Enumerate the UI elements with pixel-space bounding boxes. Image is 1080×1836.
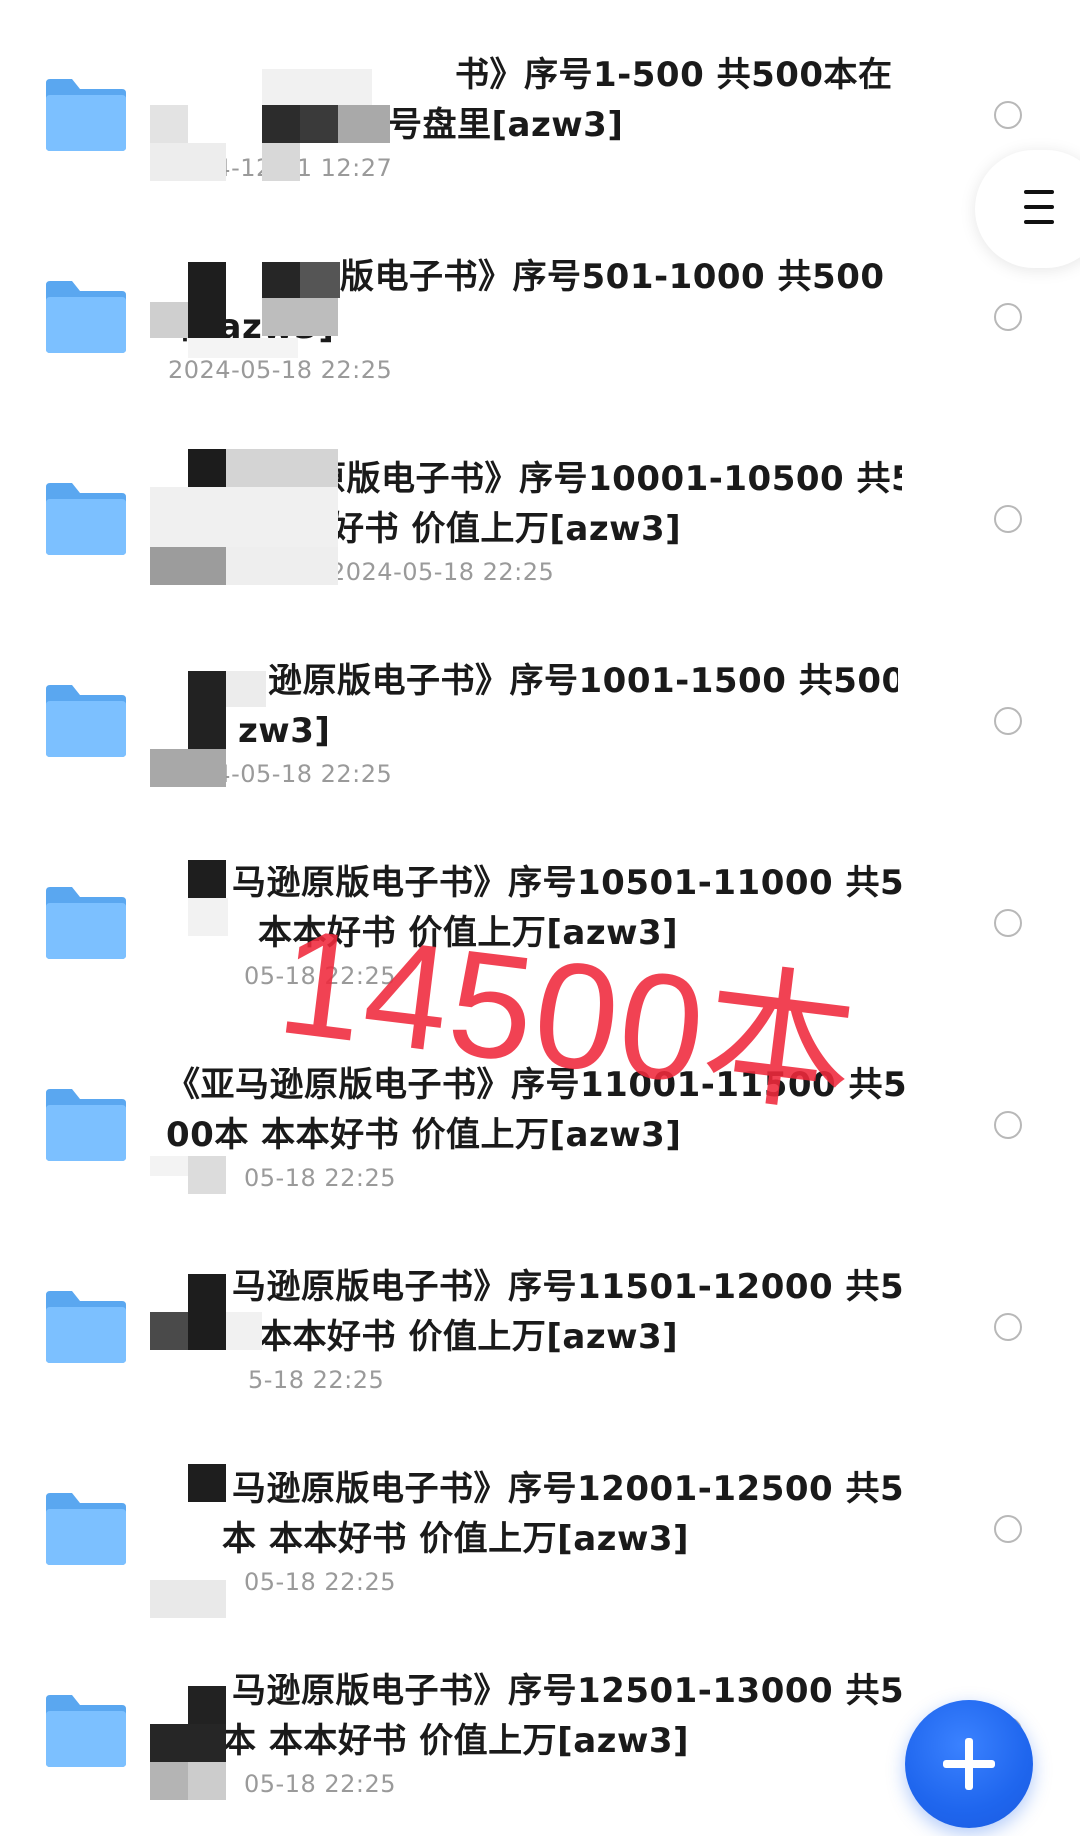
file-date: 5-18 22:25 <box>248 1366 385 1394</box>
folder-icon <box>42 883 130 963</box>
folder-icon <box>42 1085 130 1165</box>
file-title-line1: 《亚马逊原版电子书》序号11001-11500 共5 <box>166 1065 906 1105</box>
file-title: 00本 本本好书 价值上万[azw3] <box>166 1110 906 1160</box>
file-title: 本本好书 价值上万[azw3] <box>258 1312 818 1362</box>
select-radio[interactable] <box>994 101 1022 129</box>
file-title: 本 本本好书 价值上万[azw3] <box>222 1716 822 1766</box>
file-date: 05-18 22:25 <box>244 962 397 990</box>
file-row[interactable]: 原版电子书》序号10001-10500 共5 好书 价值上万[azw3] 202… <box>0 404 1080 606</box>
file-title-line2: zw3] <box>238 711 331 751</box>
file-title-line2: 本 本本好书 价值上万[azw3] <box>222 1721 690 1761</box>
folder-icon <box>42 277 130 357</box>
select-radio[interactable] <box>994 505 1022 533</box>
file-title-line2: 好书 价值上万[azw3] <box>330 509 682 549</box>
file-manager-screen: 书》序号1-500 共500本在 号盘里[azw3] 2024-12-21 12… <box>0 0 1080 1836</box>
file-title: 马逊原版电子书》序号12001-12500 共5 <box>232 1464 902 1514</box>
file-title-line1: 书》序号1-500 共500本在 <box>455 55 893 95</box>
file-title-line1: 版电子书》序号501-1000 共500 <box>340 257 885 297</box>
select-radio[interactable] <box>994 1313 1022 1341</box>
file-date: 2024-05-18 22:25 <box>168 356 393 384</box>
file-title: 逊原版电子书》序号1001-1500 共500 <box>268 656 898 706</box>
file-title: zw3] <box>238 706 538 756</box>
file-title: 号盘里[azw3] <box>388 100 888 150</box>
file-date: 05-18 22:25 <box>244 1164 397 1192</box>
file-date: 05-18 22:25 <box>244 1770 397 1798</box>
file-row[interactable]: 马逊原版电子书》序号12001-12500 共5 本 本本好书 价值上万[azw… <box>0 1414 1080 1618</box>
file-title: 好书 价值上万[azw3] <box>330 504 890 554</box>
select-radio[interactable] <box>994 303 1022 331</box>
file-title-line2: 00本 本本好书 价值上万[azw3] <box>166 1115 682 1155</box>
file-title-line1: 马逊原版电子书》序号10501-11000 共5 <box>232 863 902 903</box>
select-radio[interactable] <box>994 1515 1022 1543</box>
folder-icon <box>42 1287 130 1367</box>
file-title: 原版电子书》序号10001-10500 共5 <box>312 454 902 504</box>
add-button[interactable] <box>905 1700 1033 1828</box>
select-radio[interactable] <box>994 1111 1022 1139</box>
file-title-line1: 马逊原版电子书》序号12001-12500 共5 <box>232 1469 902 1509</box>
file-date: 2024-05-18 22:25 <box>168 760 393 788</box>
file-row[interactable]: 马逊原版电子书》序号10501-11000 共5 本本好书 价值上万[azw3]… <box>0 808 1080 1010</box>
menu-icon[interactable] <box>1024 190 1054 224</box>
file-title: 本 本本好书 价值上万[azw3] <box>222 1514 822 1564</box>
file-row[interactable]: 《亚马逊原版电子书》序号11001-11500 共5 00本 本本好书 价值上万… <box>0 1010 1080 1212</box>
select-radio[interactable] <box>994 909 1022 937</box>
folder-icon <box>42 1691 130 1771</box>
file-title: 马逊原版电子书》序号11501-12000 共5 <box>232 1262 902 1312</box>
file-title-line2: 本[azw3] <box>168 307 335 347</box>
file-title: 马逊原版电子书》序号12501-13000 共5 <box>232 1666 902 1716</box>
file-date: 05-18 22:25 <box>244 1568 397 1596</box>
file-row[interactable]: 书》序号1-500 共500本在 号盘里[azw3] 2024-12-21 12… <box>0 0 1080 202</box>
file-row[interactable]: 版电子书》序号501-1000 共500 本[azw3] 2024-05-18 … <box>0 202 1080 404</box>
file-title-line2: 本 本本好书 价值上万[azw3] <box>222 1519 690 1559</box>
folder-icon <box>42 1489 130 1569</box>
file-date: 2024-05-18 22:25 <box>330 558 555 586</box>
file-title-line1: 马逊原版电子书》序号12501-13000 共5 <box>232 1671 902 1711</box>
plus-icon <box>943 1738 995 1790</box>
folder-icon <box>42 681 130 761</box>
file-title-line1: 原版电子书》序号10001-10500 共5 <box>312 459 902 499</box>
file-title: 本[azw3] <box>168 302 888 352</box>
select-radio[interactable] <box>994 707 1022 735</box>
folder-icon <box>42 479 130 559</box>
file-title-line2: 号盘里[azw3] <box>388 105 624 145</box>
file-title-line2: 本本好书 价值上万[azw3] <box>258 913 679 953</box>
file-title: 版电子书》序号501-1000 共500 <box>340 252 900 302</box>
file-title: 本本好书 价值上万[azw3] <box>258 908 818 958</box>
file-title-line2: 本本好书 价值上万[azw3] <box>258 1317 679 1357</box>
file-title: 书》序号1-500 共500本在 <box>455 50 895 100</box>
file-row[interactable]: 马逊原版电子书》序号11501-12000 共5 本本好书 价值上万[azw3]… <box>0 1212 1080 1414</box>
file-title-line1: 马逊原版电子书》序号11501-12000 共5 <box>232 1267 902 1307</box>
file-row[interactable]: 逊原版电子书》序号1001-1500 共500 zw3] 2024-05-18 … <box>0 606 1080 808</box>
file-title: 马逊原版电子书》序号10501-11000 共5 <box>232 858 902 908</box>
file-list: 书》序号1-500 共500本在 号盘里[azw3] 2024-12-21 12… <box>0 0 1080 1836</box>
file-date: 2024-12-21 12:27 <box>168 154 393 182</box>
folder-icon <box>42 75 130 155</box>
file-title: 《亚马逊原版电子书》序号11001-11500 共5 <box>166 1060 906 1110</box>
file-title-line1: 逊原版电子书》序号1001-1500 共500 <box>268 661 898 701</box>
